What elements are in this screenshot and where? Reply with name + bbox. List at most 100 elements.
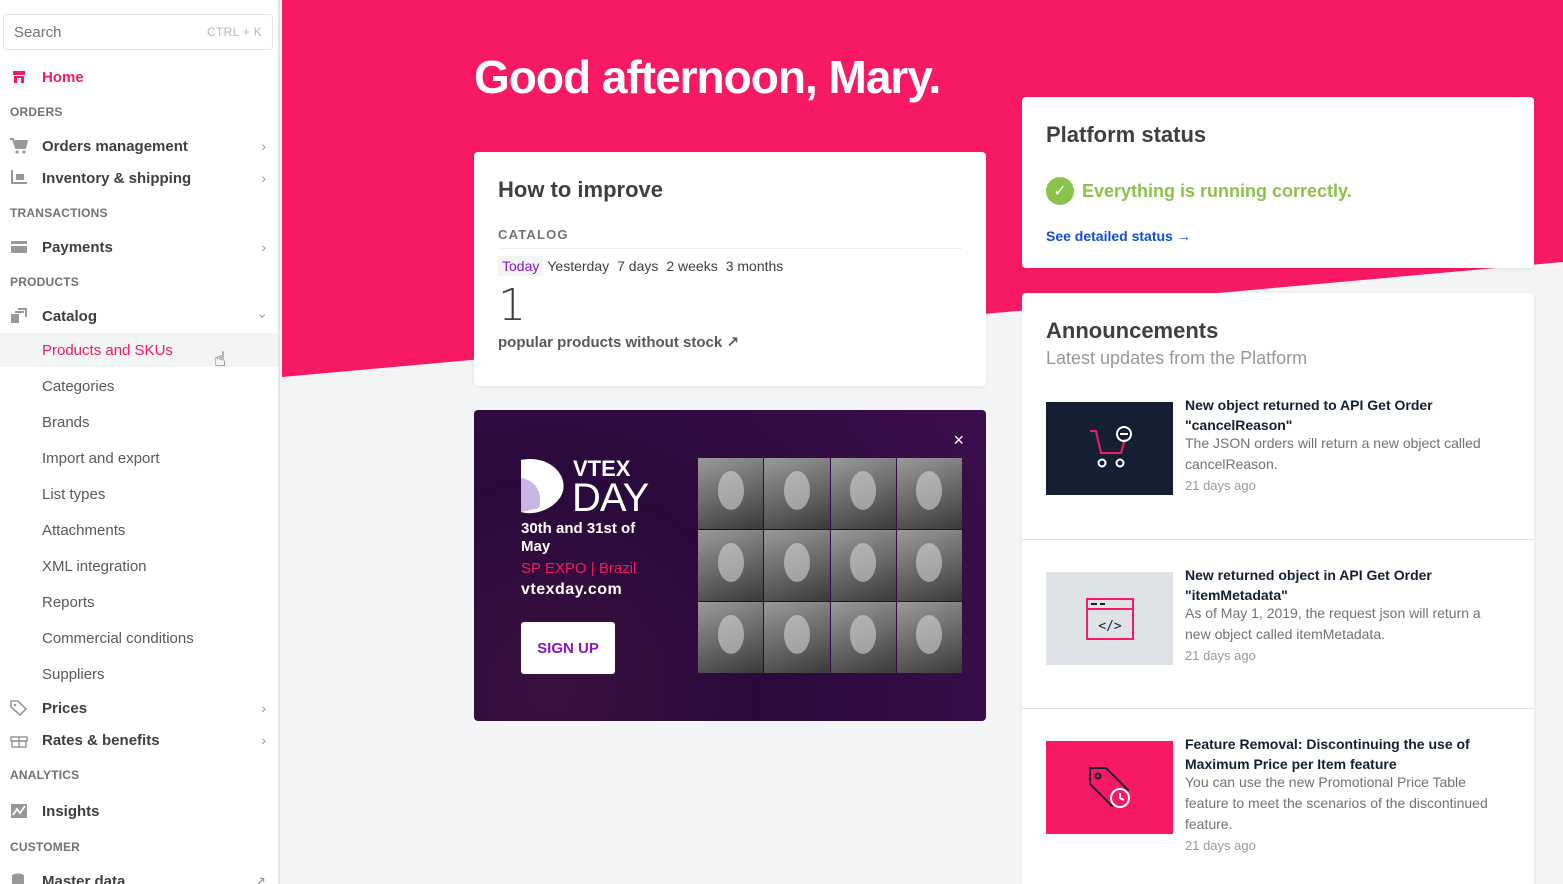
status-message: ✓ Everything is running correctly.	[1046, 177, 1352, 205]
sidebar-subitem-attachments[interactable]: Attachments	[0, 513, 278, 547]
search-input[interactable]: Search CTRL + K	[3, 14, 273, 50]
sidebar-subitem-commercial-conditions[interactable]: Commercial conditions	[0, 621, 278, 655]
announcement-desc: You can use the new Promotional Price Ta…	[1185, 774, 1488, 832]
sidebar-item-rates-benefits[interactable]: Rates & benefits ›	[0, 725, 278, 755]
speaker-photo	[698, 530, 764, 601]
svg-text:</>: </>	[1098, 619, 1122, 634]
sidebar-item-master-data[interactable]: Master data ↗	[0, 866, 278, 884]
sidebar-item-label: Prices	[42, 699, 88, 717]
catalog-icon	[10, 308, 28, 324]
period-selector: Today Yesterday 7 days 2 weeks 3 months	[498, 256, 787, 276]
sidebar-subitem-label: Categories	[42, 377, 115, 395]
greeting-suffix: .	[928, 51, 942, 103]
main-content: Good afternoon, Mary. How to improve CAT…	[282, 0, 1563, 884]
speaker-photo	[698, 602, 764, 673]
section-customer: CUSTOMER	[10, 840, 81, 854]
sidebar-item-label: Orders management	[42, 137, 188, 155]
chevron-right-icon: ›	[261, 138, 266, 154]
cart-icon	[10, 138, 28, 154]
speaker-photo	[764, 458, 830, 529]
announcement-item[interactable]: New object returned to API Get Order "ca…	[1022, 379, 1534, 549]
card-title: Platform status	[1046, 122, 1207, 147]
speaker-photo	[764, 530, 830, 601]
event-location: SP EXPO | Brazil	[521, 560, 637, 577]
sidebar-item-prices[interactable]: Prices ›	[0, 693, 278, 723]
period-yesterday[interactable]: Yesterday	[543, 256, 613, 276]
card-title: Announcements	[1046, 318, 1219, 343]
user-name: Mary	[828, 51, 930, 103]
sidebar-item-label: Master data	[42, 872, 126, 884]
sidebar-item-orders-management[interactable]: Orders management ›	[0, 131, 278, 161]
sidebar-item-label: Catalog	[42, 307, 98, 325]
gift-icon	[10, 732, 28, 748]
sidebar-item-payments[interactable]: Payments ›	[0, 232, 278, 262]
card-title: How to improve	[498, 177, 664, 202]
greeting-prefix: Good afternoon,	[474, 51, 829, 103]
announcement-time: 21 days ago	[1185, 648, 1256, 663]
close-icon[interactable]: ×	[953, 430, 964, 451]
sidebar-item-home[interactable]: Home	[0, 62, 278, 92]
search-shortcut: CTRL + K	[207, 25, 262, 39]
card-subtitle: Latest updates from the Platform	[1046, 348, 1308, 368]
check-circle-icon: ✓	[1046, 177, 1074, 205]
sidebar-subitem-suppliers[interactable]: Suppliers	[0, 657, 278, 691]
speaker-photo	[764, 602, 830, 673]
announcement-desc: The JSON orders will return a new object…	[1185, 435, 1481, 472]
announcement-item[interactable]: Feature Removal: Discontinuing the use o…	[1022, 708, 1534, 878]
sidebar-subitem-label: Brands	[42, 413, 90, 431]
period-3-months[interactable]: 3 months	[722, 256, 788, 276]
chevron-right-icon: ›	[261, 732, 266, 748]
database-icon	[10, 873, 28, 884]
sidebar-item-catalog[interactable]: Catalog ›	[0, 301, 278, 331]
page-title: Good afternoon, Mary.	[474, 50, 942, 104]
sidebar-subitem-xml-integration[interactable]: XML integration	[0, 549, 278, 583]
detailed-status-link[interactable]: See detailed status →	[1046, 228, 1191, 244]
sidebar: Search CTRL + K Home ORDERS Orders manag…	[0, 0, 280, 884]
sign-up-button[interactable]: SIGN UP	[521, 622, 615, 674]
section-products: PRODUCTS	[10, 275, 79, 289]
how-to-improve-card: How to improve CATALOG Today Yesterday 7…	[474, 152, 986, 386]
speaker-photo	[896, 530, 962, 601]
section-orders: ORDERS	[10, 105, 63, 119]
section-transactions: TRANSACTIONS	[10, 206, 108, 220]
platform-status-card: Platform status ✓ Everything is running …	[1022, 97, 1534, 268]
sidebar-item-insights[interactable]: Insights	[0, 796, 278, 826]
popular-products-link[interactable]: popular products without stock ↗	[498, 333, 739, 351]
sidebar-subitem-label: List types	[42, 485, 106, 503]
search-placeholder: Search	[14, 23, 62, 41]
forklift-icon	[10, 170, 28, 186]
announcement-desc: As of May 1, 2019, the request json will…	[1185, 605, 1481, 642]
announcements-card: Announcements Latest updates from the Pl…	[1022, 293, 1534, 884]
chart-icon	[10, 803, 28, 819]
announcement-title: Feature Removal: Discontinuing the use o…	[1185, 736, 1470, 772]
cart-remove-icon	[1046, 402, 1173, 495]
sidebar-subitem-categories[interactable]: Categories	[0, 369, 278, 403]
period-7-days[interactable]: 7 days	[613, 256, 662, 276]
speaker-photo	[830, 602, 896, 673]
announcement-title: New returned object in API Get Order "it…	[1185, 567, 1432, 603]
status-text: Everything is running correctly.	[1082, 180, 1352, 201]
sidebar-item-label: Rates & benefits	[42, 731, 160, 749]
speaker-photo	[896, 602, 962, 673]
event-url: vtexday.com	[521, 581, 623, 598]
sidebar-subitem-reports[interactable]: Reports	[0, 585, 278, 619]
sidebar-subitem-import-export[interactable]: Import and export	[0, 441, 278, 475]
chevron-right-icon: ›	[261, 700, 266, 716]
sidebar-subitem-label: Import and export	[42, 449, 160, 467]
price-tag-clock-icon	[1046, 741, 1173, 834]
chevron-right-icon: ›	[261, 170, 266, 186]
tag-icon	[10, 700, 28, 716]
sidebar-item-inventory-shipping[interactable]: Inventory & shipping ›	[0, 163, 278, 193]
sidebar-subitem-brands[interactable]: Brands	[0, 405, 278, 439]
store-icon	[10, 69, 28, 85]
event-dates: 30th and 31st of May	[521, 520, 636, 555]
announcement-time: 21 days ago	[1185, 478, 1256, 493]
period-2-weeks[interactable]: 2 weeks	[662, 256, 721, 276]
period-today[interactable]: Today	[498, 256, 544, 276]
sidebar-subitem-label: Attachments	[42, 521, 126, 539]
sidebar-subitem-list-types[interactable]: List types	[0, 477, 278, 511]
sidebar-subitem-products-skus[interactable]: Products and SKUs	[0, 333, 278, 367]
chevron-down-icon: ›	[255, 313, 272, 319]
sidebar-item-label: Inventory & shipping	[42, 169, 192, 187]
announcement-item[interactable]: </> New returned object in API Get Order…	[1022, 539, 1534, 709]
